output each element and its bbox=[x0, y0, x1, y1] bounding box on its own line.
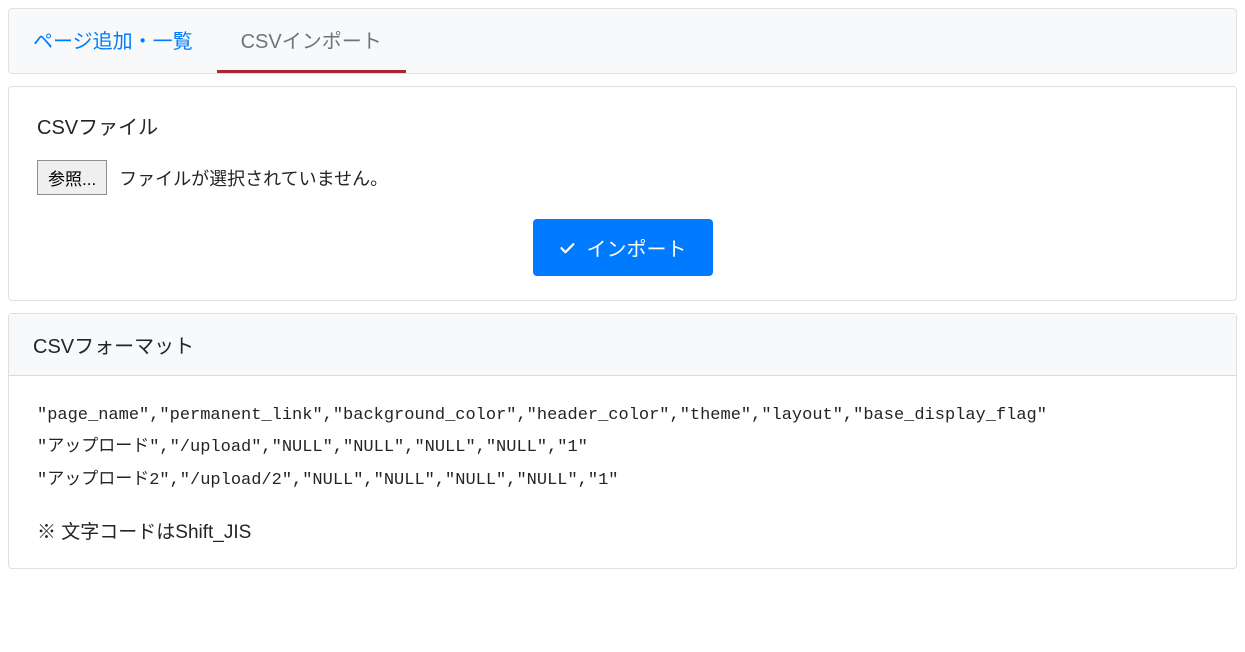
import-button-label: インポート bbox=[587, 233, 687, 262]
import-button[interactable]: インポート bbox=[533, 219, 713, 276]
csv-upload-card: CSVファイル 参照... ファイルが選択されていません。 インポート bbox=[8, 86, 1237, 301]
file-input-row: 参照... ファイルが選択されていません。 bbox=[37, 160, 1208, 195]
csv-file-label: CSVファイル bbox=[37, 111, 1208, 140]
tab-bar: ページ追加・一覧 CSVインポート bbox=[8, 8, 1237, 74]
csv-format-example: "page_name","permanent_link","background… bbox=[37, 400, 1208, 497]
encoding-note: ※ 文字コードはShift_JIS bbox=[37, 517, 1208, 544]
csv-format-card: CSVフォーマット "page_name","permanent_link","… bbox=[8, 313, 1237, 569]
csv-format-header: CSVフォーマット bbox=[9, 314, 1236, 376]
tab-page-list[interactable]: ページ追加・一覧 bbox=[9, 9, 217, 73]
file-selection-status: ファイルが選択されていません。 bbox=[119, 165, 388, 191]
check-icon bbox=[559, 239, 577, 257]
file-browse-button[interactable]: 参照... bbox=[37, 160, 107, 195]
tab-csv-import[interactable]: CSVインポート bbox=[217, 9, 406, 73]
